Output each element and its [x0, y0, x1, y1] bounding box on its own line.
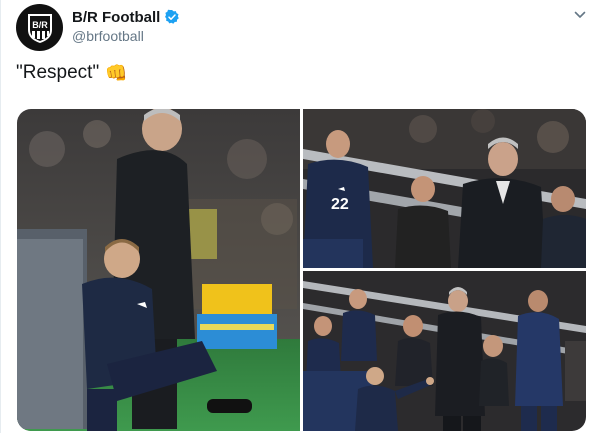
chevron-down-icon[interactable] [573, 8, 587, 22]
user-handle[interactable]: @brfootball [72, 28, 180, 44]
media-grid: 22 [17, 109, 586, 431]
avatar[interactable]: B/R [16, 4, 63, 51]
br-logo-icon: B/R [27, 13, 52, 43]
tweet-card: B/R B/R Football @brfootball "Respect" 👊 [0, 0, 603, 433]
verified-badge-icon [165, 9, 180, 24]
photo-manager-walking-by-bench[interactable]: 22 [303, 109, 586, 268]
avatar-logo-text: B/R [32, 20, 48, 30]
shirt-number-text: 22 [331, 196, 349, 213]
oncoming-fist-icon: 👊 [105, 63, 128, 83]
display-name[interactable]: B/R Football [72, 9, 160, 26]
author-block: B/R Football @brfootball [72, 8, 180, 44]
tweet-text: "Respect" 👊 [16, 62, 128, 84]
photo-manager-with-ball-boy[interactable] [17, 109, 300, 431]
photo-manager-fist-bump-ball-boy[interactable] [303, 271, 586, 431]
tweet-text-body: "Respect" [16, 62, 100, 83]
